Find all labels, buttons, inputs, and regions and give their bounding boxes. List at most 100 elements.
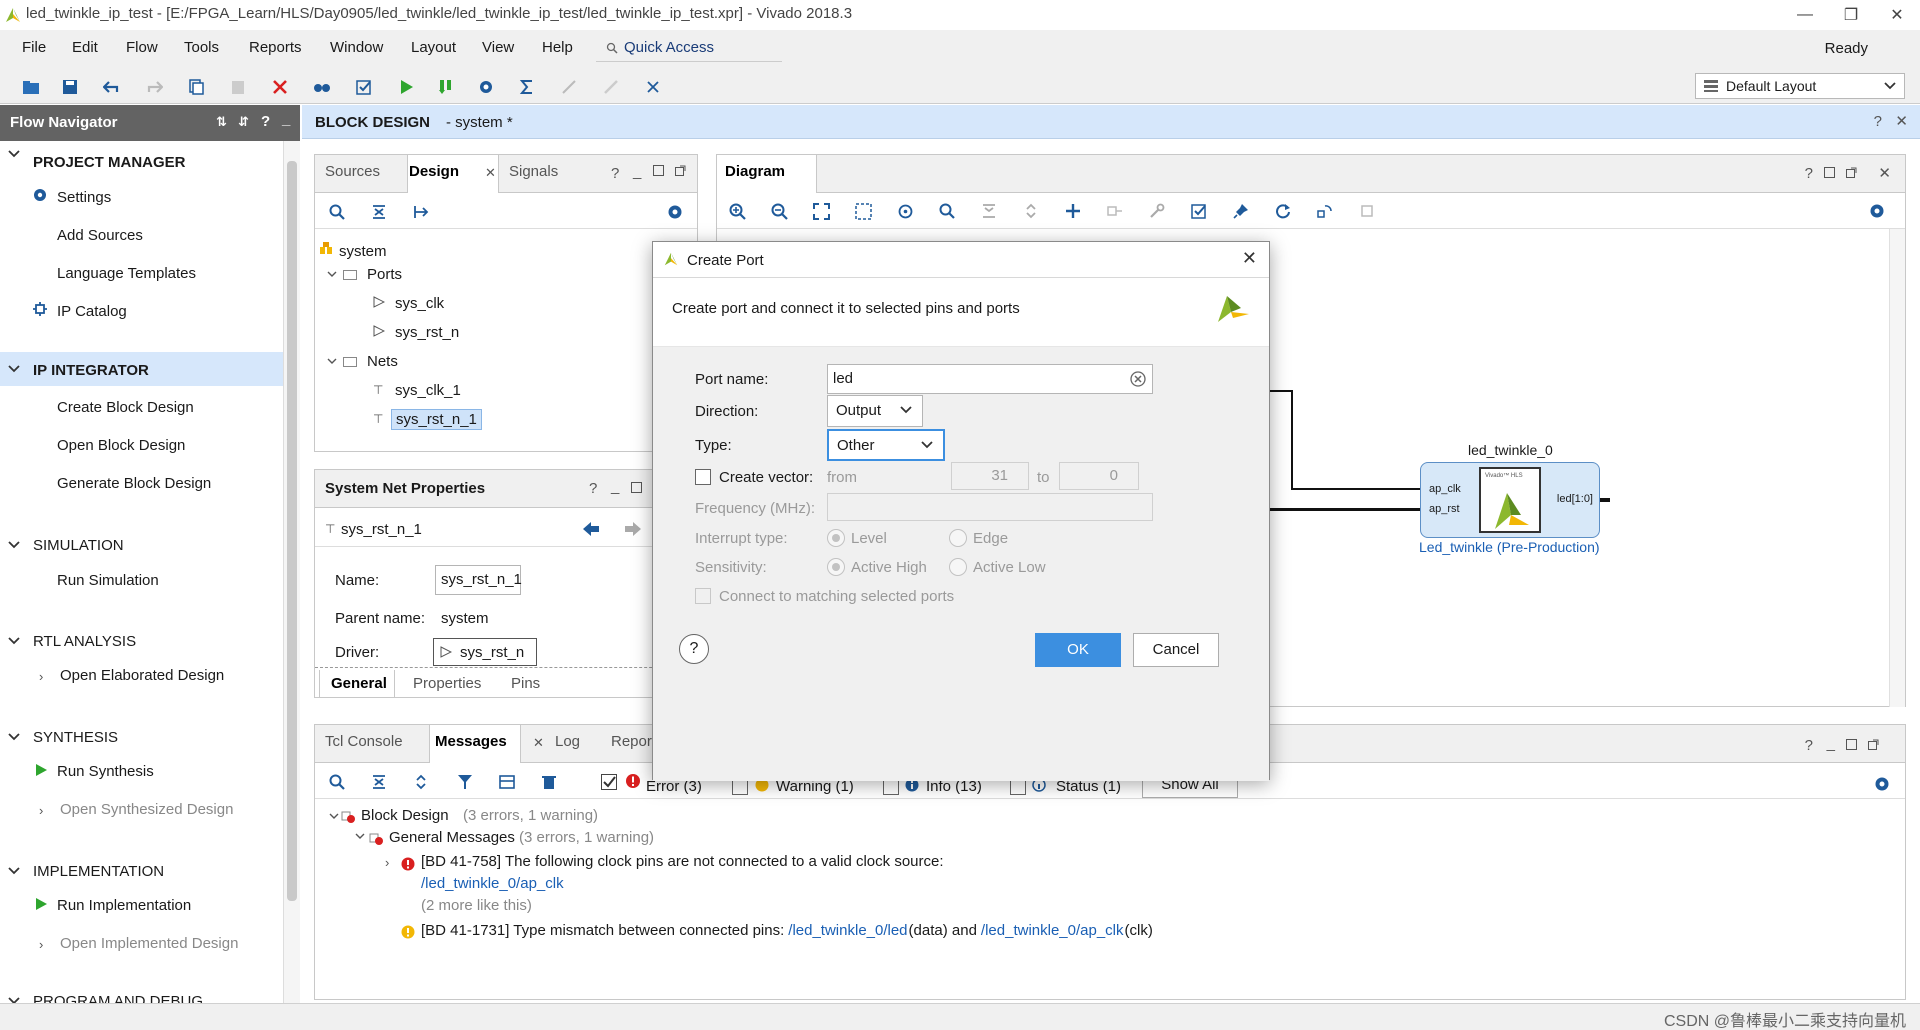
zoom-out-icon[interactable] — [771, 203, 788, 220]
nav-run-synthesis[interactable]: Run Synthesis — [57, 763, 154, 780]
cut-icon[interactable] — [642, 76, 664, 98]
float-icon[interactable] — [675, 165, 686, 176]
menu-tools[interactable]: Tools — [184, 39, 219, 56]
ok-button[interactable]: OK — [1035, 633, 1121, 667]
redo-icon[interactable] — [143, 76, 165, 98]
menu-flow[interactable]: Flow — [126, 39, 158, 56]
diagram-scrollbar[interactable] — [1889, 229, 1905, 707]
delete-icon[interactable] — [269, 76, 291, 98]
section-implementation[interactable]: IMPLEMENTATION — [0, 859, 283, 893]
nav-open-implemented-design[interactable]: Open Implemented Design — [60, 935, 238, 952]
section-simulation[interactable]: SIMULATION — [0, 533, 283, 567]
filter-icon[interactable] — [457, 774, 473, 790]
interrupt-edge-radio[interactable] — [949, 529, 967, 547]
net-name-field[interactable]: sys_rst_n_1 — [435, 565, 522, 595]
undo-icon[interactable] — [101, 76, 123, 98]
expand-all-icon[interactable]: ⇵ — [238, 114, 249, 130]
debug-icon[interactable] — [558, 76, 580, 98]
float-icon[interactable] — [1868, 739, 1879, 750]
collapse-all-icon[interactable]: ⇅ — [216, 114, 227, 130]
sigma-icon[interactable] — [516, 76, 538, 98]
back-arrow-icon[interactable] — [583, 522, 599, 536]
save-icon[interactable] — [59, 76, 81, 98]
collapse-all-icon[interactable] — [371, 204, 387, 220]
section-ip-integrator[interactable]: IP INTEGRATOR — [0, 352, 283, 386]
port-name-input[interactable]: led — [827, 364, 1153, 394]
interrupt-level-radio[interactable] — [827, 529, 845, 547]
msg-error-link[interactable]: /led_twinkle_0/ap_clk — [421, 875, 564, 892]
search-icon[interactable] — [329, 204, 345, 220]
sens-active-high-radio[interactable] — [827, 558, 845, 576]
float-icon[interactable] — [1846, 167, 1857, 178]
tree-port-sys-clk[interactable]: sys_clk — [395, 295, 444, 312]
msg-general[interactable]: General Messages — [389, 829, 515, 846]
refresh-icon[interactable] — [1275, 203, 1291, 219]
msg-more[interactable]: (2 more like this) — [421, 897, 532, 914]
chevron-down-icon[interactable] — [355, 833, 365, 840]
collapse-icon[interactable] — [981, 203, 997, 219]
hierarchy-icon[interactable] — [413, 204, 429, 220]
section-rtl-analysis[interactable]: RTL ANALYSIS — [0, 629, 283, 663]
menu-file[interactable]: File — [22, 39, 46, 56]
scrollbar-thumb[interactable] — [287, 161, 297, 901]
paste-icon[interactable] — [227, 76, 249, 98]
nav-create-block-design[interactable]: Create Block Design — [57, 399, 194, 416]
open-project-icon[interactable] — [20, 76, 42, 98]
nav-generate-block-design[interactable]: Generate Block Design — [57, 475, 211, 492]
menu-layout[interactable]: Layout — [411, 39, 456, 56]
ip-block-led-twinkle[interactable]: ap_clk ap_rst led[1:0] Vivado™ HLS — [1420, 462, 1600, 538]
tree-net-sys-clk-1[interactable]: sys_clk_1 — [395, 382, 461, 399]
expand-icon[interactable] — [1023, 203, 1039, 219]
tab-log[interactable]: Log — [555, 733, 580, 750]
nav-add-sources[interactable]: Add Sources — [57, 227, 143, 244]
dialog-help-button[interactable]: ? — [679, 634, 709, 664]
maximize-icon[interactable] — [1846, 739, 1857, 750]
tab-reports[interactable]: Repor — [611, 733, 652, 750]
search-icon[interactable] — [939, 203, 955, 219]
gear-icon[interactable] — [667, 204, 683, 220]
regenerate-layout-icon[interactable] — [1317, 203, 1333, 219]
pin-ap-clk[interactable]: ap_clk — [1429, 483, 1461, 495]
info-filter-checkbox[interactable] — [883, 779, 899, 795]
binoculars-icon[interactable] — [311, 76, 333, 98]
help-icon[interactable]: ? — [611, 165, 619, 182]
validate-icon[interactable] — [353, 76, 375, 98]
help-icon[interactable]: ? — [1805, 737, 1813, 754]
nav-run-simulation[interactable]: Run Simulation — [57, 572, 159, 589]
nav-run-implementation[interactable]: Run Implementation — [57, 897, 191, 914]
tab-diagram[interactable]: Diagram — [725, 163, 785, 180]
collapse-all-icon[interactable] — [371, 774, 387, 790]
menu-edit[interactable]: Edit — [72, 39, 98, 56]
fit-view-icon[interactable] — [813, 203, 830, 220]
driver-port[interactable]: sys_rst_n — [433, 638, 537, 666]
forward-arrow-icon[interactable] — [625, 522, 641, 536]
zoom-area-icon[interactable] — [855, 203, 872, 220]
tab-signals[interactable]: Signals — [509, 163, 558, 180]
close-icon[interactable]: ✕ — [1895, 112, 1908, 130]
section-synthesis[interactable]: SYNTHESIS — [0, 725, 283, 759]
tab-tcl-console[interactable]: Tcl Console — [325, 733, 403, 750]
minimize-panel-icon[interactable]: _ — [282, 111, 290, 128]
messages-gear-icon[interactable] — [1874, 776, 1890, 792]
section-program-and-debug[interactable]: PROGRAM AND DEBUG — [0, 989, 283, 1003]
chevron-down-icon[interactable] — [327, 358, 337, 365]
pin-ap-rst[interactable]: ap_rst — [1429, 503, 1460, 515]
nav-language-templates[interactable]: Language Templates — [57, 265, 196, 282]
tab-messages[interactable]: Messages — [435, 733, 507, 750]
nav-open-elaborated-design[interactable]: Open Elaborated Design — [60, 667, 224, 684]
validate-icon[interactable] — [1191, 203, 1207, 219]
clear-input-icon[interactable] — [1130, 371, 1146, 387]
msg-warn-link2[interactable]: /led_twinkle_0/ap_clk — [981, 922, 1124, 939]
direction-select[interactable]: Output — [827, 395, 923, 427]
dialog-close-icon[interactable]: ✕ — [1242, 248, 1257, 269]
menu-reports[interactable]: Reports — [249, 39, 302, 56]
search-icon[interactable] — [329, 774, 345, 790]
warning-filter-checkbox[interactable] — [732, 779, 748, 795]
sens-active-low-radio[interactable] — [949, 558, 967, 576]
target-icon[interactable] — [897, 203, 914, 220]
minimize-icon[interactable]: _ — [1827, 735, 1835, 752]
create-vector-checkbox[interactable] — [695, 469, 711, 485]
nav-ip-catalog[interactable]: IP Catalog — [57, 303, 127, 320]
maximize-icon[interactable] — [631, 482, 642, 493]
minimize-icon[interactable]: _ — [633, 163, 641, 180]
